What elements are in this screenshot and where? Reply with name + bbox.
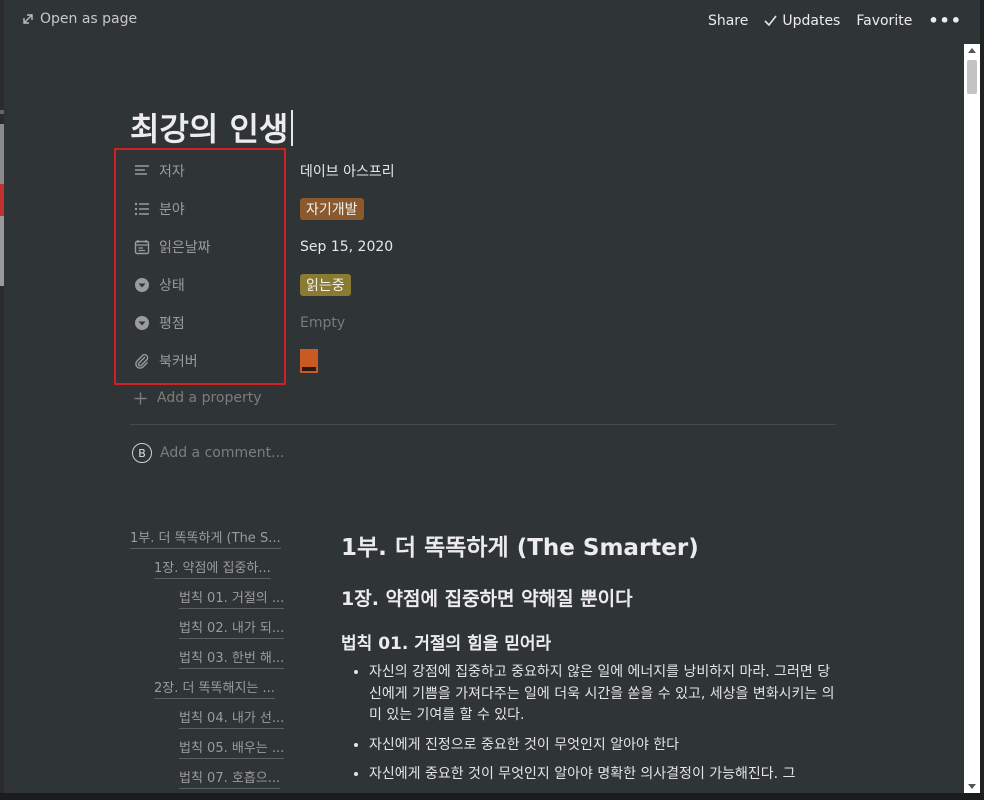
toc-item[interactable]: 1부. 더 똑똑하게 (The S... xyxy=(130,530,300,560)
vertical-scrollbar[interactable] xyxy=(964,44,980,793)
text-caret xyxy=(291,110,294,146)
table-of-contents: 1부. 더 똑똑하게 (The S... 1장. 약점에 집중하... 법칙 0… xyxy=(130,530,300,793)
toc-item[interactable]: 법칙 01. 거절의 ... xyxy=(130,590,300,620)
property-value-book-cover[interactable] xyxy=(300,349,318,373)
toc-item[interactable]: 법칙 04. 내가 선... xyxy=(130,710,300,740)
scroll-thumb[interactable] xyxy=(967,60,977,94)
avatar: B xyxy=(132,443,152,463)
toc-item[interactable]: 법칙 02. 내가 되... xyxy=(130,620,300,650)
scroll-up-icon[interactable] xyxy=(968,48,976,53)
toc-item[interactable]: 법칙 05. 배우는 ... xyxy=(130,740,300,770)
list-item[interactable]: 자신에게 중요한 것이 무엇인지 알아야 명확한 의사결정이 가능해진다. 그 xyxy=(369,764,836,786)
toc-item[interactable]: 법칙 03. 한번 해... xyxy=(130,650,300,680)
property-value-genre[interactable]: 자기개발 xyxy=(300,198,364,220)
updates-button[interactable]: Updates xyxy=(764,13,840,29)
toc-item[interactable]: 1장. 약점에 집중하... xyxy=(130,560,300,590)
heading-1[interactable]: 1부. 더 똑똑하게 (The Smarter) xyxy=(341,528,836,562)
heading-3[interactable]: 법칙 01. 거절의 힘을 믿어라 xyxy=(341,629,836,654)
list-item[interactable]: 자신에게 진정으로 중요한 것이 무엇인지 알아야 한다 xyxy=(369,735,836,757)
page-content: 1부. 더 똑똑하게 (The Smarter) 1장. 약점에 집중하면 약해… xyxy=(341,528,836,793)
updates-label: Updates xyxy=(782,12,841,29)
share-label: Share xyxy=(707,12,749,29)
toc-item[interactable]: 법칙 07. 호흡으... xyxy=(130,770,300,793)
checkmark-icon xyxy=(764,15,777,26)
tag-status: 읽는중 xyxy=(300,274,351,296)
comment-input[interactable]: B Add a comment... xyxy=(132,443,284,463)
divider xyxy=(130,424,836,425)
add-property-label: Add a property xyxy=(157,390,262,406)
add-property-button[interactable]: Add a property xyxy=(134,390,262,406)
property-value-read-date[interactable]: Sep 15, 2020 xyxy=(300,239,393,255)
open-as-page-label: Open as page xyxy=(40,11,138,27)
property-value-author[interactable]: 데이브 아스프리 xyxy=(300,161,395,181)
favorite-button[interactable]: Favorite xyxy=(856,13,912,29)
plus-icon xyxy=(134,392,147,404)
toc-item[interactable]: 2장. 더 똑똑해지는 ... xyxy=(130,680,300,710)
page-title[interactable]: 최강의 인생 xyxy=(130,104,294,150)
property-value-rating[interactable]: Empty xyxy=(300,315,345,331)
book-cover-thumbnail[interactable] xyxy=(300,349,318,373)
list-item[interactable]: 자신의 강점에 집중하고 중요하지 않은 일에 에너지를 낭비하지 마라. 그러… xyxy=(369,662,836,727)
window-bottom-edge xyxy=(0,793,984,800)
open-as-page-button[interactable]: Open as page xyxy=(22,11,137,27)
highlight-annotation-box xyxy=(114,148,286,385)
page-title-text: 최강의 인생 xyxy=(130,110,289,148)
more-options-icon[interactable]: ••• xyxy=(928,11,962,30)
expand-arrow-icon xyxy=(23,14,33,24)
scroll-down-icon[interactable] xyxy=(968,784,976,789)
property-value-status[interactable]: 읽는중 xyxy=(300,274,351,296)
page-peek-panel: Open as page Share Updates Favorite ••• … xyxy=(4,0,980,793)
heading-2[interactable]: 1장. 약점에 집중하면 약해질 뿐이다 xyxy=(341,584,836,611)
bullet-list: 자신의 강점에 집중하고 중요하지 않은 일에 에너지를 낭비하지 마라. 그러… xyxy=(341,662,836,786)
tag-genre: 자기개발 xyxy=(300,198,364,220)
share-button[interactable]: Share xyxy=(708,13,748,29)
top-bar: Open as page Share Updates Favorite ••• xyxy=(4,0,980,42)
favorite-label: Favorite xyxy=(856,12,913,29)
comment-placeholder: Add a comment... xyxy=(160,445,285,461)
